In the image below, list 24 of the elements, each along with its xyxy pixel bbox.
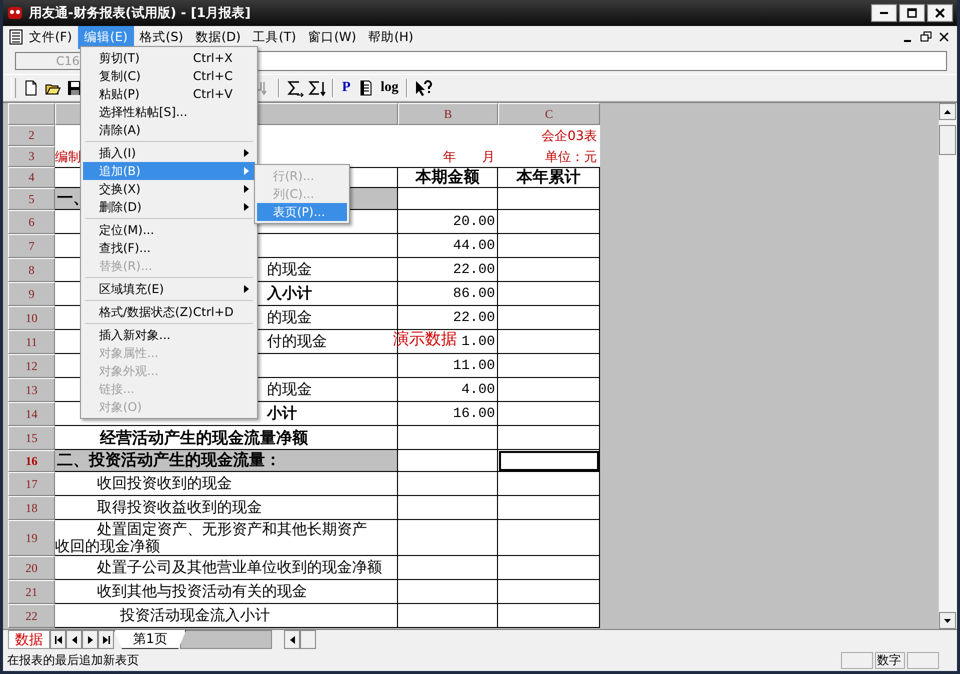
table-cell: 44.00 bbox=[398, 234, 498, 258]
table-cell: 86.00 bbox=[398, 282, 498, 306]
window-title: 用友通-财务报表(试用版) - [1月报表] bbox=[29, 5, 252, 22]
status-pane: 数字 bbox=[875, 652, 905, 668]
table-cell: 取得投资收益收到的现金 bbox=[55, 496, 398, 520]
status-message: 在报表的最后追加新表页 bbox=[7, 652, 140, 668]
table-cell: 会企03表 bbox=[498, 125, 600, 146]
table-cell: 单位：元 bbox=[498, 146, 600, 167]
table-cell: 经营活动产生的现金流量净额 bbox=[55, 426, 398, 450]
table-cell: 4.00 bbox=[398, 378, 498, 402]
table-cell: 16.00 bbox=[398, 402, 498, 426]
table-cell: 二、投资活动产生的现金流量： bbox=[55, 450, 398, 472]
table-cell: 收回投资收到的现金 bbox=[55, 472, 398, 496]
table-cell: 收到其他与投资活动有关的现金 bbox=[55, 580, 398, 604]
table-cell: 本期金额 bbox=[398, 167, 498, 188]
table-cell: 处置固定资产、无形资产和其他长期资产收回的现金净额 bbox=[55, 520, 398, 556]
table-cell: 22.00 bbox=[398, 306, 498, 330]
table-cell: 投资活动现金流入小计 bbox=[55, 604, 398, 628]
table-cell: 处置子公司及其他营业单位收到的现金净额 bbox=[55, 556, 398, 580]
table-cell: 22.00 bbox=[398, 258, 498, 282]
table-cell: 本年累计 bbox=[498, 167, 600, 188]
table-cell: 20.00 bbox=[398, 210, 498, 234]
table-cell: 年 月 bbox=[398, 146, 498, 167]
table-cell: 11.00 bbox=[398, 354, 498, 378]
